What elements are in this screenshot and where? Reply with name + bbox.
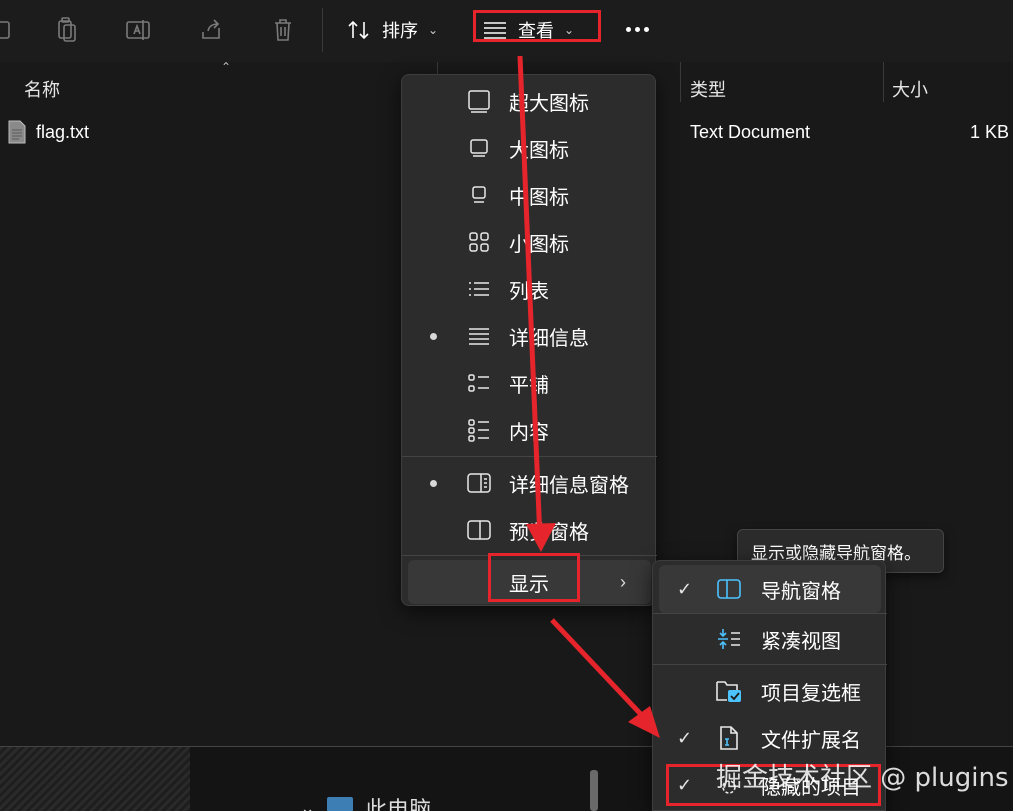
menu-item-content[interactable]: 内容 <box>402 408 657 452</box>
menu-item-preview-pane[interactable]: 预览窗格 <box>402 508 657 552</box>
menu-item-label: 平铺 <box>509 374 549 397</box>
column-size[interactable]: 大小 <box>892 76 928 102</box>
list-icon <box>466 276 492 302</box>
cut-icon[interactable] <box>0 14 18 46</box>
check-icon: ✓ <box>677 727 693 748</box>
menu-item-label: 内容 <box>509 421 549 444</box>
more-dot <box>634 26 640 32</box>
selected-indicator <box>430 479 437 487</box>
menu-item-label: 详细信息窗格 <box>509 474 629 497</box>
file-size: 1 KB <box>970 122 1010 142</box>
submenu-item-file-extensions[interactable]: ✓ 文件扩展名 <box>653 714 887 762</box>
menu-item-details-pane[interactable]: 详细信息窗格 <box>402 461 657 505</box>
more-dot <box>625 26 631 32</box>
this-pc-item[interactable]: ⌄ 此电脑 <box>300 792 431 811</box>
menu-item-label: 列表 <box>509 280 549 303</box>
item-checkboxes-icon <box>715 677 743 705</box>
background-thumbnail <box>0 747 190 811</box>
menu-item-label: 中图标 <box>509 186 569 209</box>
submenu-item-label: 紧凑视图 <box>761 630 841 653</box>
menu-item-label: 预览窗格 <box>509 521 589 544</box>
watermark: 掘金技术社区 @ plugins <box>716 763 1009 793</box>
menu-separator <box>653 664 887 665</box>
sort-label: 排序 <box>382 21 418 41</box>
file-extensions-icon <box>715 724 743 752</box>
menu-item-list[interactable]: 列表 <box>402 267 657 311</box>
file-name: flag.txt <box>36 122 90 142</box>
tiles-icon <box>466 370 492 396</box>
command-bar: 排序 ⌄ 查看 ⌄ <box>0 0 1013 62</box>
share-icon[interactable] <box>195 14 227 46</box>
text-file-icon <box>8 120 26 149</box>
menu-item-tiles[interactable]: 平铺 <box>402 361 657 405</box>
preview-pane-icon <box>466 517 492 543</box>
submenu-item-label: 项目复选框 <box>761 682 861 705</box>
submenu-item-label: 文件扩展名 <box>761 729 861 752</box>
annotation-box-show <box>488 553 580 602</box>
extra-large-icons-icon <box>466 88 492 114</box>
selected-indicator <box>430 332 437 340</box>
menu-item-label: 超大图标 <box>509 92 589 115</box>
computer-icon <box>327 797 354 811</box>
submenu-item-navigation-pane[interactable]: ✓ 导航窗格 <box>659 565 881 613</box>
content-icon <box>466 417 492 443</box>
file-type: Text Document <box>690 122 811 142</box>
medium-icons-icon <box>466 182 492 208</box>
details-pane-icon <box>466 470 492 496</box>
menu-item-label: 详细信息 <box>509 327 589 350</box>
annotation-box-view <box>473 10 601 42</box>
menu-item-medium-icons[interactable]: 中图标 <box>402 173 657 217</box>
menu-separator <box>653 613 887 614</box>
column-divider[interactable] <box>680 62 681 102</box>
menu-item-details[interactable]: 详细信息 <box>402 314 657 358</box>
paste-icon[interactable] <box>51 14 83 46</box>
menu-item-extra-large-icons[interactable]: 超大图标 <box>402 79 657 123</box>
menu-separator <box>402 456 657 457</box>
column-name[interactable]: 名称 <box>24 76 60 102</box>
scrollbar-thumb[interactable] <box>590 770 598 811</box>
menu-item-small-icons[interactable]: 小图标 <box>402 220 657 264</box>
chevron-right-icon: › <box>620 571 626 592</box>
column-divider[interactable] <box>883 62 884 102</box>
annotation-arrow <box>550 618 652 726</box>
sort-ascending-icon: ⌃ <box>221 60 232 74</box>
details-icon <box>466 323 492 349</box>
check-icon: ✓ <box>677 578 693 599</box>
submenu-item-label: 导航窗格 <box>761 580 841 603</box>
more-dot <box>643 26 649 32</box>
this-pc-label: 此电脑 <box>365 797 432 811</box>
compact-view-icon <box>715 625 743 653</box>
large-icons-icon <box>466 135 492 161</box>
navigation-pane-icon <box>715 575 743 603</box>
submenu-item-compact-view[interactable]: 紧凑视图 <box>653 615 887 663</box>
delete-icon[interactable] <box>267 14 299 46</box>
more-options-button[interactable] <box>622 14 652 44</box>
menu-item-large-icons[interactable]: 大图标 <box>402 126 657 170</box>
toolbar-separator <box>322 8 323 52</box>
sort-button[interactable]: 排序 ⌄ <box>346 10 438 50</box>
rename-icon[interactable] <box>122 14 154 46</box>
chevron-down-icon: ⌄ <box>428 23 439 37</box>
menu-item-label: 小图标 <box>509 233 569 256</box>
submenu-item-item-checkboxes[interactable]: 项目复选框 <box>653 667 887 715</box>
chevron-down-icon: ⌄ <box>300 797 316 811</box>
menu-item-label: 大图标 <box>509 139 569 162</box>
sort-icon <box>348 20 369 40</box>
small-icons-icon <box>466 229 492 255</box>
column-type[interactable]: 类型 <box>690 76 726 102</box>
view-menu: 超大图标 大图标 中图标 小图标 列表 详细信息 平铺 内容 详细信息窗格 预览… <box>401 74 657 606</box>
